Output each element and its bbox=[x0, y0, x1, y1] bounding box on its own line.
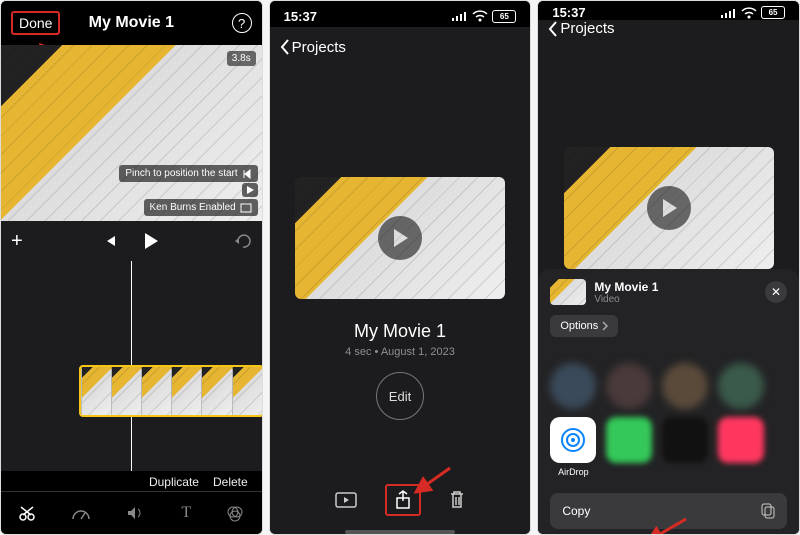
crop-icon bbox=[240, 203, 252, 213]
status-time: 15:37 bbox=[284, 9, 317, 24]
signal-icon bbox=[721, 8, 737, 18]
share-sheet: My Movie 1 Video ✕ Options bbox=[538, 269, 799, 535]
project-name: My Movie 1 bbox=[354, 321, 446, 342]
wifi-icon bbox=[741, 7, 757, 19]
project-thumbnail[interactable] bbox=[564, 147, 774, 269]
done-button[interactable]: Done bbox=[11, 11, 60, 35]
editor-toolbar: T bbox=[1, 491, 262, 534]
video-preview[interactable]: 3.8s Pinch to position the start Ken Bur… bbox=[1, 45, 262, 221]
close-icon[interactable]: ✕ bbox=[765, 281, 787, 303]
pinch-tip: Pinch to position the start bbox=[119, 165, 257, 182]
skip-back-icon[interactable] bbox=[103, 234, 117, 248]
airdrop-app[interactable]: AirDrop bbox=[550, 417, 596, 477]
add-media-button[interactable]: + bbox=[11, 230, 23, 253]
signal-icon bbox=[452, 11, 468, 21]
project-meta: 4 sec • August 1, 2023 bbox=[345, 346, 455, 358]
transport-bar: + bbox=[1, 221, 262, 261]
wifi-icon bbox=[472, 10, 488, 22]
clip[interactable] bbox=[81, 367, 262, 415]
contact-2[interactable] bbox=[606, 363, 652, 409]
contacts-row bbox=[550, 363, 787, 409]
share-header: My Movie 1 Video ✕ bbox=[550, 279, 787, 305]
text-icon[interactable]: T bbox=[181, 504, 191, 522]
play-button[interactable] bbox=[143, 232, 159, 250]
app-3[interactable] bbox=[662, 417, 708, 463]
skip-start-icon bbox=[242, 169, 252, 179]
play-icon[interactable] bbox=[378, 216, 422, 260]
project-thumbnail[interactable] bbox=[295, 177, 505, 299]
play-icon[interactable] bbox=[647, 186, 691, 230]
contact-4[interactable] bbox=[718, 363, 764, 409]
bottom-toolbar bbox=[270, 474, 531, 526]
clip-actions: Duplicate Delete bbox=[1, 471, 262, 491]
battery-icon: 65 bbox=[761, 6, 785, 19]
home-indicator[interactable] bbox=[345, 530, 455, 534]
apps-row: AirDrop bbox=[550, 417, 787, 477]
project-nav: Projects bbox=[538, 20, 799, 37]
share-subtitle: Video bbox=[594, 294, 658, 305]
play-rect-icon[interactable] bbox=[335, 492, 357, 508]
speed-icon[interactable] bbox=[71, 505, 91, 521]
duplicate-button[interactable]: Duplicate bbox=[149, 475, 199, 489]
status-bar: 15:37 65 bbox=[538, 1, 799, 20]
status-time: 15:37 bbox=[552, 5, 585, 20]
help-icon[interactable]: ? bbox=[232, 13, 252, 33]
edit-button[interactable]: Edit bbox=[376, 372, 424, 420]
screen-project: 15:37 65 Projects My Movie 1 4 sec • Aug… bbox=[269, 0, 532, 535]
scissors-icon[interactable] bbox=[18, 504, 36, 522]
battery-icon: 65 bbox=[492, 10, 516, 23]
airdrop-icon bbox=[550, 417, 596, 463]
options-button[interactable]: Options bbox=[550, 315, 618, 337]
app-4[interactable] bbox=[718, 417, 764, 463]
back-button[interactable]: Projects bbox=[548, 20, 614, 37]
app-2[interactable] bbox=[606, 417, 652, 463]
filters-icon[interactable] bbox=[226, 504, 244, 522]
project-body: My Movie 1 4 sec • August 1, 2023 Edit bbox=[270, 67, 531, 534]
delete-button[interactable]: Delete bbox=[213, 475, 248, 489]
status-bar: 15:37 65 bbox=[270, 1, 531, 27]
timeline[interactable] bbox=[1, 261, 262, 471]
kenburns-tip: Ken Burns Enabled bbox=[144, 199, 258, 216]
project-nav: Projects bbox=[270, 27, 531, 67]
play-mini-icon[interactable] bbox=[242, 183, 258, 197]
contact-1[interactable] bbox=[550, 363, 596, 409]
editor-nav: Done My Movie 1 ? bbox=[1, 1, 262, 45]
airdrop-label: AirDrop bbox=[558, 467, 589, 477]
contact-3[interactable] bbox=[662, 363, 708, 409]
duration-badge: 3.8s bbox=[227, 51, 256, 66]
undo-icon[interactable] bbox=[234, 234, 252, 248]
volume-icon[interactable] bbox=[126, 505, 146, 521]
share-thumbnail bbox=[550, 279, 586, 305]
back-button[interactable]: Projects bbox=[280, 39, 346, 56]
screen-share: 15:37 65 Projects My Movie 1 Video bbox=[537, 0, 800, 535]
playhead[interactable] bbox=[131, 261, 132, 471]
screen-editor: Done My Movie 1 ? 3.8s Pinch to position… bbox=[0, 0, 263, 535]
copy-icon bbox=[759, 503, 775, 519]
share-title: My Movie 1 bbox=[594, 280, 658, 294]
